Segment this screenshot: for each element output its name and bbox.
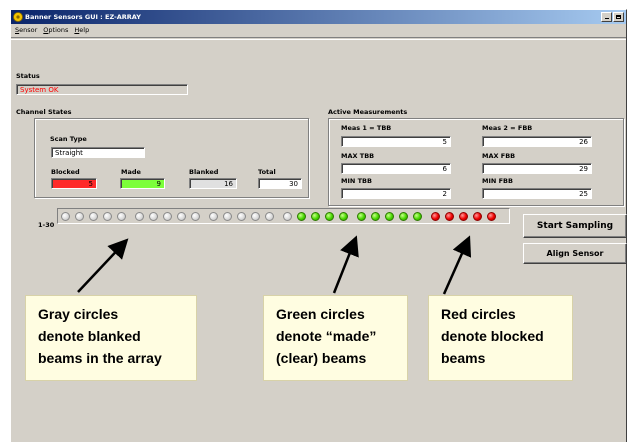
gray-arrow: [77, 238, 129, 293]
red-arrow: [442, 235, 472, 295]
callout-red-line-3: beams: [441, 350, 486, 366]
callout-red-line-1: Red circles: [441, 306, 516, 322]
callout-gray-line-2: denote blanked: [38, 328, 141, 344]
callout-gray-line-1: Gray circles: [38, 306, 119, 322]
green-arrow: [332, 235, 359, 294]
callout-red-beams: Red circles denote blocked beams: [428, 295, 573, 381]
callout-gray-beams: Gray circles denote blanked beams in the…: [25, 295, 197, 381]
callout-green-line-1: Green circles: [276, 306, 365, 322]
callout-green-line-3: (clear) beams: [276, 350, 367, 366]
callout-gray-line-3: beams in the array: [38, 350, 162, 366]
callout-green-line-2: denote “made”: [276, 328, 377, 344]
callout-red-line-2: denote blocked: [441, 328, 544, 344]
callout-green-beams: Green circles denote “made” (clear) beam…: [263, 295, 408, 381]
